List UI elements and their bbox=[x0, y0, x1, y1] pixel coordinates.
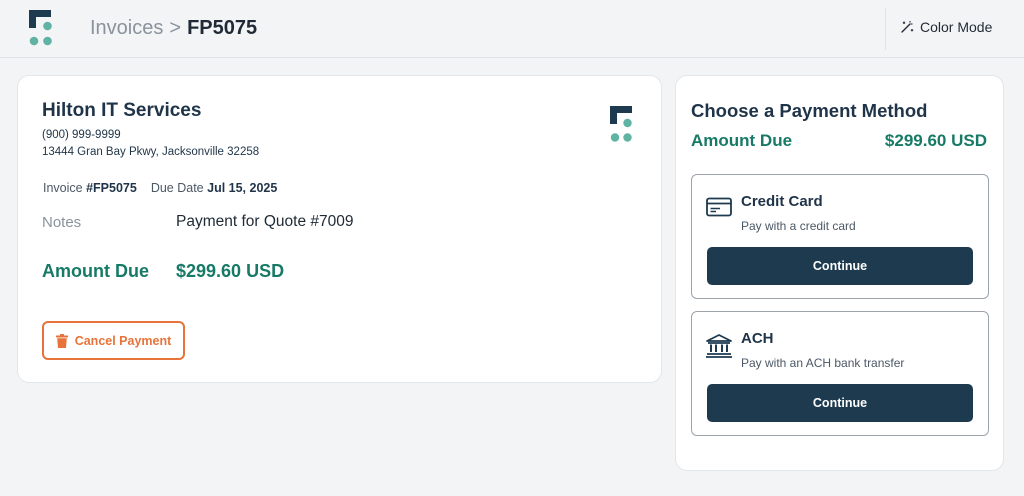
company-name: Hilton IT Services bbox=[42, 100, 202, 121]
company-phone: (900) 999-9999 bbox=[42, 129, 121, 141]
cancel-payment-button[interactable]: Cancel Payment bbox=[42, 321, 185, 360]
notes-value: Payment for Quote #7009 bbox=[176, 213, 354, 230]
chevron-right-icon: > bbox=[169, 17, 182, 39]
amount-due-label: Amount Due bbox=[42, 261, 149, 281]
amount-due-value: $299.60 USD bbox=[176, 261, 285, 281]
company-address: 13444 Gran Bay Pkwy, Jacksonville 32258 bbox=[42, 146, 260, 158]
invoice-meta: Invoice #FP5075 Due Date Jul 15, 2025 bbox=[43, 181, 291, 195]
ach-name: ACH bbox=[741, 330, 774, 347]
credit-card-name: Credit Card bbox=[741, 193, 823, 210]
credit-card-icon bbox=[706, 197, 732, 217]
credit-card-option: Credit Card Pay with a credit card Conti… bbox=[691, 174, 989, 299]
payment-amount-due-value: $299.60 USD bbox=[884, 131, 987, 150]
color-mode-label: Color Mode bbox=[920, 19, 993, 35]
due-date: Due Date Jul 15, 2025 bbox=[151, 181, 278, 195]
credit-card-description: Pay with a credit card bbox=[741, 219, 856, 233]
color-mode-button[interactable]: Color Mode bbox=[900, 19, 992, 35]
top-bar: Invoices > FP5075 Color Mode bbox=[0, 0, 1024, 58]
payment-amount-due-label: Amount Due bbox=[691, 131, 793, 150]
trash-icon bbox=[55, 333, 68, 348]
notes-label: Notes bbox=[42, 214, 82, 231]
invoice-number: Invoice #FP5075 bbox=[43, 181, 137, 195]
company-logo[interactable] bbox=[29, 10, 55, 46]
due-date-label: Due Date bbox=[150, 181, 204, 195]
ach-continue-button[interactable]: Continue bbox=[707, 384, 973, 422]
breadcrumb-invoices-link[interactable]: Invoices bbox=[90, 17, 163, 40]
ach-description: Pay with an ACH bank transfer bbox=[741, 356, 905, 370]
credit-card-continue-button[interactable]: Continue bbox=[707, 247, 973, 285]
due-date-value: Jul 15, 2025 bbox=[207, 181, 278, 195]
header-divider bbox=[885, 8, 886, 50]
payment-method-title: Choose a Payment Method bbox=[691, 100, 928, 121]
company-logo bbox=[610, 106, 632, 142]
ach-option: ACH Pay with an ACH bank transfer Contin… bbox=[691, 311, 989, 436]
invoice-card: Hilton IT Services (900) 999-9999 13444 … bbox=[17, 75, 662, 383]
breadcrumb: Invoices > FP5075 bbox=[90, 17, 257, 40]
cancel-payment-label: Cancel Payment bbox=[74, 333, 172, 348]
payment-method-card: Choose a Payment Method Amount Due $299.… bbox=[675, 75, 1004, 471]
magic-wand-icon bbox=[901, 21, 914, 33]
invoice-number-value: #FP5075 bbox=[86, 181, 137, 195]
bank-icon bbox=[706, 334, 732, 358]
breadcrumb-current: FP5075 bbox=[187, 17, 258, 39]
invoice-number-label: Invoice bbox=[43, 181, 83, 195]
